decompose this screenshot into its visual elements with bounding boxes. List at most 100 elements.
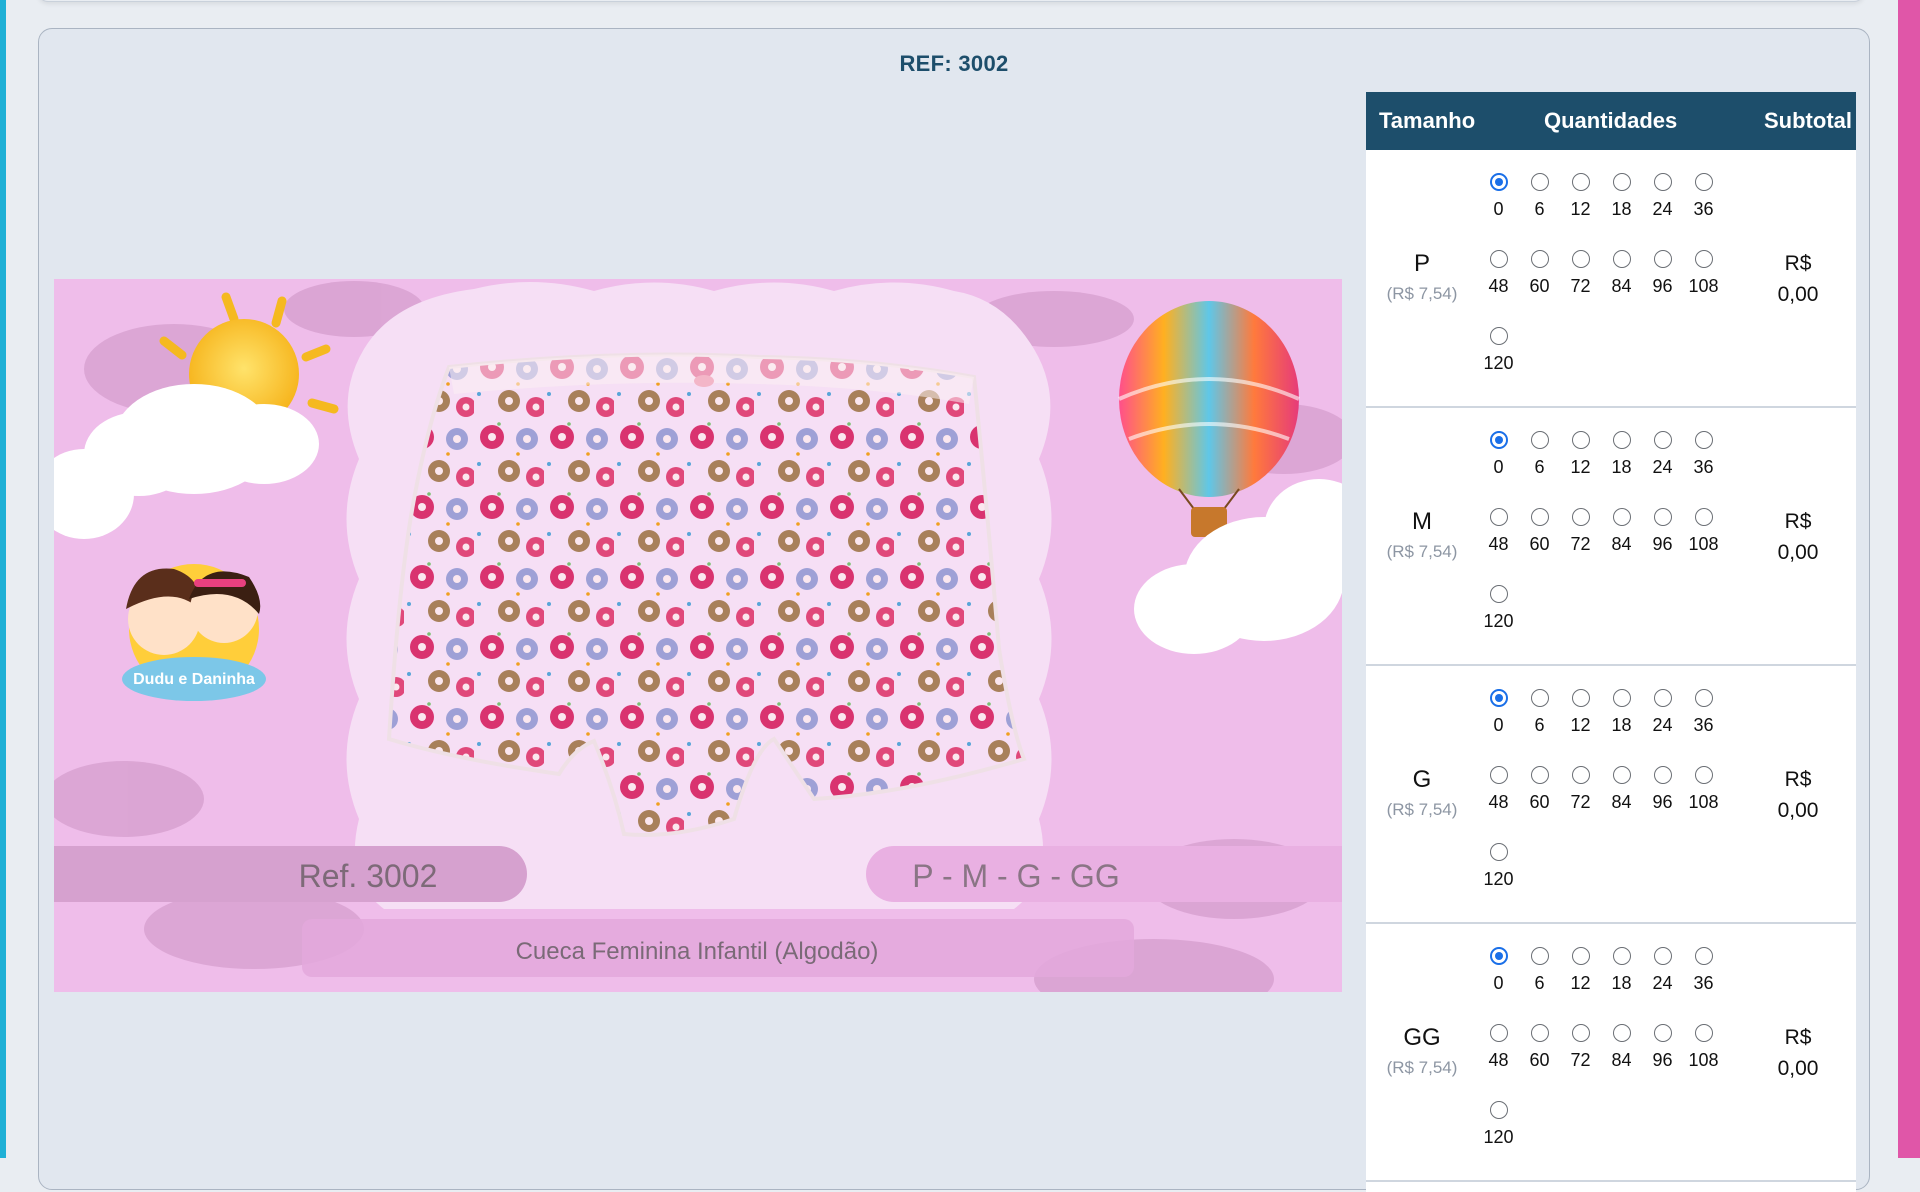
quantity-radio-6[interactable] [1531,173,1549,191]
quantity-option[interactable]: 60 [1519,250,1560,327]
quantity-radio-18[interactable] [1613,947,1631,965]
quantity-option[interactable]: 18 [1601,689,1642,766]
quantity-radio-36[interactable] [1695,173,1713,191]
quantity-option[interactable]: 12 [1560,173,1601,250]
quantity-option[interactable]: 18 [1601,431,1642,508]
quantity-radio-72[interactable] [1572,766,1590,784]
quantity-option[interactable]: 84 [1601,508,1642,585]
quantity-radio-108[interactable] [1695,766,1713,784]
quantity-radio-84[interactable] [1613,508,1631,526]
quantity-radio-6[interactable] [1531,431,1549,449]
quantity-radio-120[interactable] [1490,327,1508,345]
quantity-option[interactable]: 12 [1560,947,1601,1024]
quantity-radio-48[interactable] [1490,1024,1508,1042]
quantity-radio-108[interactable] [1695,508,1713,526]
quantity-radio-96[interactable] [1654,1024,1672,1042]
quantity-option[interactable]: 18 [1601,173,1642,250]
quantity-radio-0[interactable] [1490,431,1508,449]
quantity-radio-24[interactable] [1654,689,1672,707]
quantity-radio-60[interactable] [1531,508,1549,526]
quantity-radio-60[interactable] [1531,250,1549,268]
quantity-option[interactable]: 24 [1642,431,1683,508]
quantity-option[interactable]: 12 [1560,431,1601,508]
quantity-option[interactable]: 108 [1683,250,1724,327]
quantity-option[interactable]: 0 [1478,431,1519,508]
quantity-option[interactable]: 120 [1478,585,1519,662]
quantity-radio-120[interactable] [1490,585,1508,603]
quantity-radio-12[interactable] [1572,947,1590,965]
quantity-option[interactable]: 96 [1642,766,1683,843]
quantity-radio-108[interactable] [1695,250,1713,268]
quantity-radio-36[interactable] [1695,689,1713,707]
quantity-radio-18[interactable] [1613,689,1631,707]
quantity-radio-60[interactable] [1531,1024,1549,1042]
quantity-option[interactable]: 36 [1683,689,1724,766]
quantity-option[interactable]: 12 [1560,689,1601,766]
quantity-option[interactable]: 108 [1683,508,1724,585]
quantity-radio-84[interactable] [1613,250,1631,268]
quantity-option[interactable]: 36 [1683,173,1724,250]
quantity-option[interactable]: 24 [1642,689,1683,766]
quantity-radio-12[interactable] [1572,173,1590,191]
quantity-option[interactable]: 48 [1478,508,1519,585]
quantity-radio-12[interactable] [1572,689,1590,707]
quantity-radio-6[interactable] [1531,689,1549,707]
quantity-option[interactable]: 84 [1601,1024,1642,1101]
quantity-option[interactable]: 72 [1560,250,1601,327]
quantity-option[interactable]: 60 [1519,766,1560,843]
quantity-option[interactable]: 120 [1478,843,1519,920]
quantity-option[interactable]: 72 [1560,508,1601,585]
quantity-option[interactable]: 24 [1642,947,1683,1024]
quantity-radio-48[interactable] [1490,508,1508,526]
quantity-option[interactable]: 96 [1642,250,1683,327]
quantity-radio-96[interactable] [1654,766,1672,784]
quantity-radio-60[interactable] [1531,766,1549,784]
quantity-option[interactable]: 108 [1683,766,1724,843]
quantity-radio-24[interactable] [1654,431,1672,449]
quantity-radio-96[interactable] [1654,508,1672,526]
quantity-option[interactable]: 72 [1560,1024,1601,1101]
quantity-radio-96[interactable] [1654,250,1672,268]
quantity-option[interactable]: 6 [1519,431,1560,508]
quantity-option[interactable]: 60 [1519,1024,1560,1101]
quantity-radio-36[interactable] [1695,947,1713,965]
quantity-option[interactable]: 96 [1642,1024,1683,1101]
quantity-option[interactable]: 18 [1601,947,1642,1024]
quantity-radio-72[interactable] [1572,1024,1590,1042]
quantity-option[interactable]: 60 [1519,508,1560,585]
quantity-radio-120[interactable] [1490,1101,1508,1119]
quantity-option[interactable]: 48 [1478,1024,1519,1101]
quantity-option[interactable]: 96 [1642,508,1683,585]
quantity-radio-84[interactable] [1613,1024,1631,1042]
quantity-option[interactable]: 36 [1683,947,1724,1024]
quantity-radio-6[interactable] [1531,947,1549,965]
quantity-radio-108[interactable] [1695,1024,1713,1042]
quantity-option[interactable]: 48 [1478,250,1519,327]
quantity-radio-24[interactable] [1654,947,1672,965]
quantity-option[interactable]: 0 [1478,173,1519,250]
quantity-option[interactable]: 120 [1478,327,1519,404]
quantity-option[interactable]: 0 [1478,947,1519,1024]
quantity-option[interactable]: 24 [1642,173,1683,250]
quantity-radio-84[interactable] [1613,766,1631,784]
quantity-option[interactable]: 6 [1519,173,1560,250]
quantity-option[interactable]: 84 [1601,250,1642,327]
quantity-radio-18[interactable] [1613,431,1631,449]
quantity-radio-36[interactable] [1695,431,1713,449]
quantity-option[interactable]: 0 [1478,689,1519,766]
quantity-radio-72[interactable] [1572,508,1590,526]
quantity-option[interactable]: 48 [1478,766,1519,843]
quantity-option[interactable]: 6 [1519,689,1560,766]
quantity-radio-0[interactable] [1490,173,1508,191]
quantity-radio-48[interactable] [1490,766,1508,784]
quantity-radio-24[interactable] [1654,173,1672,191]
quantity-radio-12[interactable] [1572,431,1590,449]
quantity-option[interactable]: 84 [1601,766,1642,843]
quantity-option[interactable]: 72 [1560,766,1601,843]
quantity-option[interactable]: 120 [1478,1101,1519,1178]
quantity-radio-48[interactable] [1490,250,1508,268]
quantity-radio-72[interactable] [1572,250,1590,268]
quantity-radio-120[interactable] [1490,843,1508,861]
quantity-option[interactable]: 36 [1683,431,1724,508]
quantity-radio-18[interactable] [1613,173,1631,191]
